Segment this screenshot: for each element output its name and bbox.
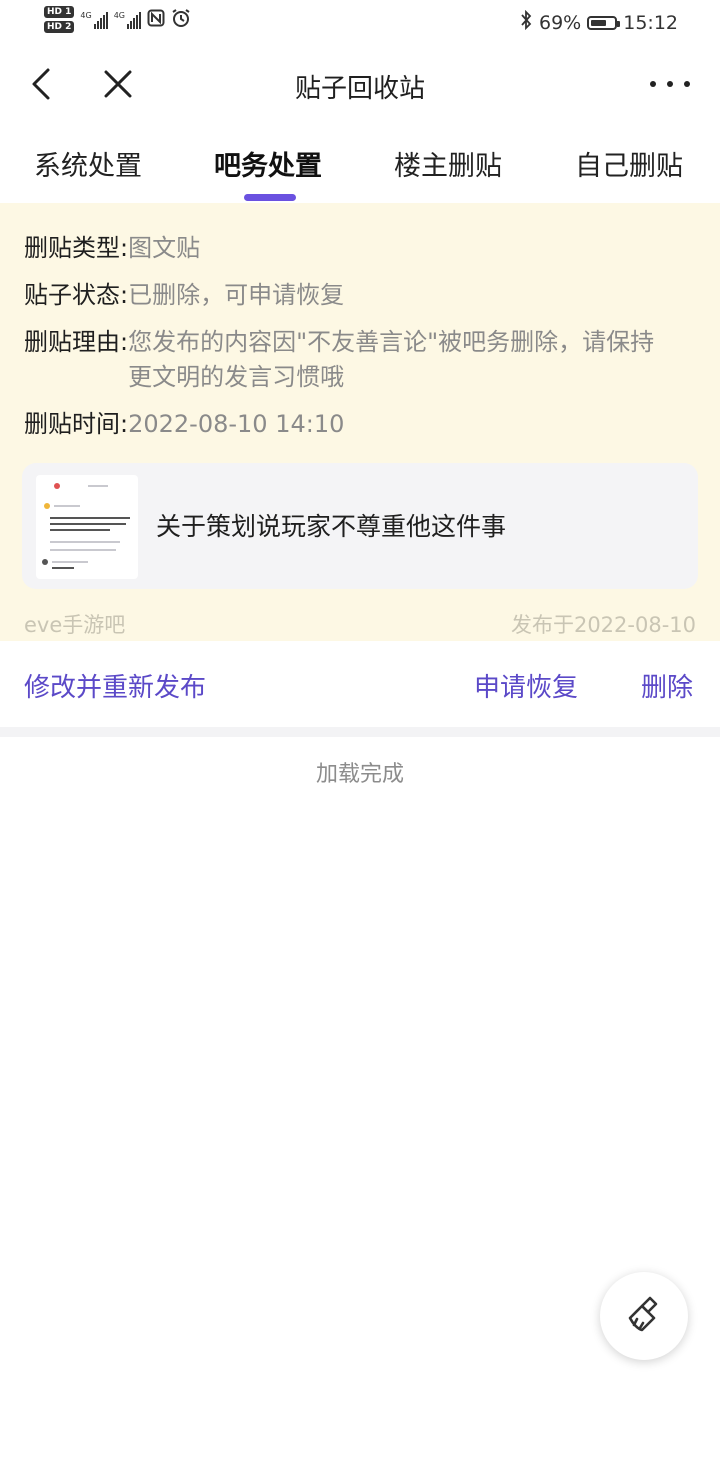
tab-owner-deleted[interactable]: 楼主删贴	[394, 144, 502, 183]
signal-1-icon: 4G	[80, 11, 108, 29]
battery-level	[591, 19, 607, 26]
tab-moderator[interactable]: 吧务处置	[214, 144, 322, 183]
post-status-row: 贴子状态: 已删除，可申请恢复	[24, 278, 658, 313]
bluetooth-icon	[519, 9, 533, 35]
active-tab-indicator	[244, 194, 296, 201]
post-title: 关于策划说玩家不尊重他这件事	[156, 512, 507, 541]
publish-date: 发布于2022-08-10	[510, 613, 696, 637]
battery-icon	[587, 15, 621, 30]
clean-up-button[interactable]	[600, 1272, 688, 1360]
delete-type-label: 删贴类型:	[24, 234, 129, 262]
tab-system[interactable]: 系统处置	[34, 144, 142, 183]
more-dot	[650, 81, 656, 87]
post-thumbnail	[36, 475, 138, 579]
delete-time-label: 删贴时间:	[24, 410, 129, 438]
signal-2-icon: 4G	[114, 11, 141, 29]
delete-time-row: 删贴时间: 2022-08-10 14:10	[24, 407, 658, 442]
hd2-badge: HD 2	[44, 21, 75, 33]
delete-time-value: 2022-08-10 14:10	[128, 410, 345, 438]
alarm-icon	[171, 8, 191, 32]
edit-republish-button[interactable]: 修改并重新发布	[24, 667, 206, 704]
hd1-badge: HD 1	[44, 6, 75, 18]
battery-percent: 69%	[539, 11, 582, 34]
nav-bar: 贴子回收站	[0, 50, 720, 120]
load-complete-text: 加载完成	[315, 762, 404, 787]
post-status-label: 贴子状态:	[24, 281, 129, 309]
status-right: 69% 15:12	[519, 9, 678, 35]
more-dot	[684, 81, 690, 87]
delete-type-row: 删贴类型: 图文贴	[24, 231, 658, 266]
page-title: 贴子回收站	[294, 74, 425, 104]
clock: 15:12	[623, 11, 678, 34]
status-bar: HD 1 HD 2 4G 4G 69% 15:12	[0, 0, 720, 44]
post-preview[interactable]: 关于策划说玩家不尊重他这件事	[22, 463, 698, 589]
deleted-post-card: 删贴类型: 图文贴 贴子状态: 已删除，可申请恢复 删贴理由: 您发布的内容因"…	[0, 203, 720, 641]
nfc-icon	[147, 9, 165, 31]
forum-name[interactable]: eve手游吧	[24, 609, 125, 639]
delete-type-value: 图文贴	[128, 234, 201, 262]
more-button[interactable]	[650, 74, 690, 94]
post-status-value: 已删除，可申请恢复	[128, 281, 345, 309]
action-bar: 修改并重新发布 申请恢复 删除	[0, 641, 720, 727]
hd-indicators: HD 1 HD 2	[44, 6, 75, 33]
more-dot	[667, 81, 673, 87]
delete-reason-row: 删贴理由: 您发布的内容因"不友善言论"被吧务删除，请保持更文明的发言习惯哦	[24, 325, 658, 395]
status-indicators: HD 1 HD 2 4G 4G	[44, 6, 191, 33]
divider	[0, 727, 720, 737]
tab-bar: 系统处置 吧务处置 楼主删贴 自己删贴	[0, 128, 720, 204]
request-restore-button[interactable]: 申请恢复	[474, 667, 578, 704]
broom-icon	[628, 1296, 658, 1332]
delete-reason-label: 删贴理由:	[24, 328, 129, 356]
delete-reason-value: 您发布的内容因"不友善言论"被吧务删除，请保持更文明的发言习惯哦	[128, 328, 655, 391]
delete-button[interactable]: 删除	[641, 667, 693, 704]
tab-self-deleted[interactable]: 自己删贴	[575, 144, 683, 183]
